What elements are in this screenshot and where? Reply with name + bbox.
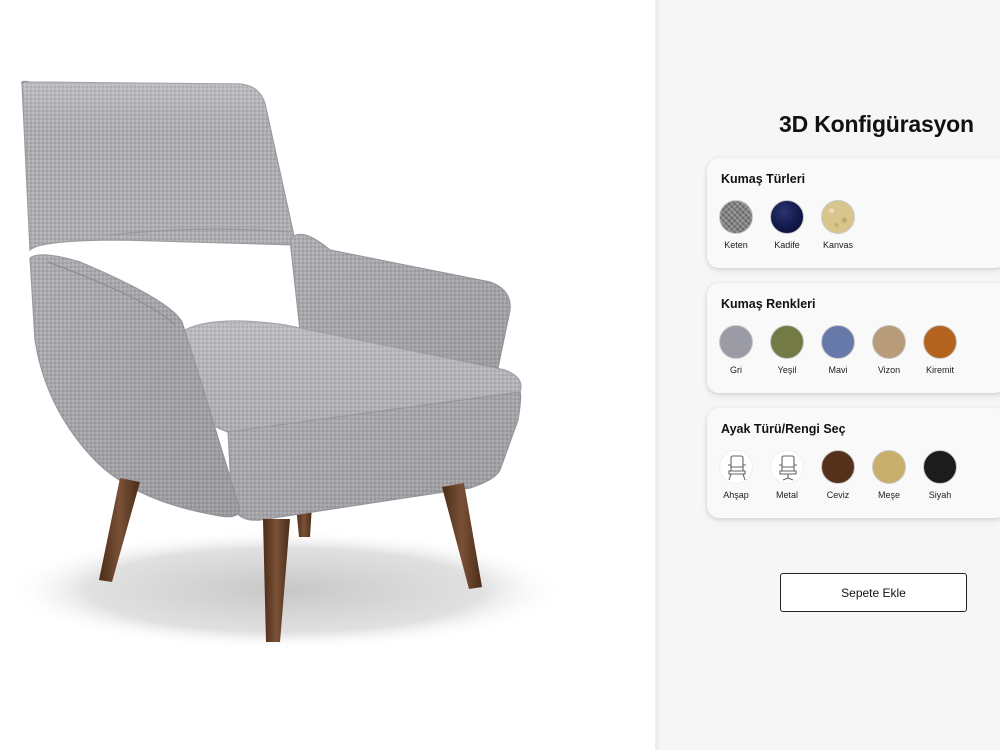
3d-viewer[interactable] <box>0 0 655 750</box>
black-color-swatch[interactable] <box>923 450 957 484</box>
swatch-label: Gri <box>730 365 742 375</box>
leg-option-metal[interactable]: Metal <box>765 450 809 510</box>
fabric-color-options: Gri Yeşil Mavi Vizon Kiremit <box>714 325 1000 385</box>
swatch-label: Keten <box>724 240 748 250</box>
add-to-cart-button[interactable]: Sepete Ekle <box>780 573 967 612</box>
fabric-option-kanvas[interactable]: Kanvas <box>816 200 860 260</box>
leg-option-siyah[interactable]: Siyah <box>918 450 962 510</box>
mink-color-swatch[interactable] <box>872 325 906 359</box>
swatch-label: Ahşap <box>723 490 749 500</box>
fabric-color-title: Kumaş Renkleri <box>721 297 816 311</box>
color-option-kiremit[interactable]: Kiremit <box>918 325 962 385</box>
fabric-color-card: Kumaş Renkleri Gri Yeşil Mavi Vizon Kire… <box>707 283 1000 393</box>
brick-color-swatch[interactable] <box>923 325 957 359</box>
color-option-mavi[interactable]: Mavi <box>816 325 860 385</box>
swatch-label: Ceviz <box>826 490 850 500</box>
velvet-texture-swatch[interactable] <box>770 200 804 234</box>
color-option-yesil[interactable]: Yeşil <box>765 325 809 385</box>
page-title: 3D Konfigürasyon <box>779 111 974 137</box>
swatch-label: Vizon <box>877 365 901 375</box>
wooden-leg-chair-icon[interactable] <box>719 450 753 484</box>
oak-color-swatch[interactable] <box>872 450 906 484</box>
green-color-swatch[interactable] <box>770 325 804 359</box>
leg-type-options: Ahşap Metal Ceviz Meşe Siyah <box>714 450 1000 510</box>
blue-color-swatch[interactable] <box>821 325 855 359</box>
swatch-label: Siyah <box>928 490 952 500</box>
leg-type-title: Ayak Türü/Rengi Seç <box>721 422 846 436</box>
fabric-type-card: Kumaş Türleri Keten Kadife Kanvas <box>707 158 1000 268</box>
fabric-type-options: Keten Kadife Kanvas <box>714 200 1000 260</box>
gray-color-swatch[interactable] <box>719 325 753 359</box>
canvas-texture-swatch[interactable] <box>821 200 855 234</box>
leg-option-mese[interactable]: Meşe <box>867 450 911 510</box>
leg-option-ceviz[interactable]: Ceviz <box>816 450 860 510</box>
leg-type-card: Ayak Türü/Rengi Seç Ahşap Metal Ceviz Me… <box>707 408 1000 518</box>
walnut-color-swatch[interactable] <box>821 450 855 484</box>
swatch-label: Yeşil <box>777 365 797 375</box>
fabric-option-kadife[interactable]: Kadife <box>765 200 809 260</box>
linen-texture-swatch[interactable] <box>719 200 753 234</box>
configuration-panel: 3D Konfigürasyon Kumaş Türleri Keten Kad… <box>659 0 1000 750</box>
fabric-option-keten[interactable]: Keten <box>714 200 758 260</box>
swatch-label: Mavi <box>828 365 848 375</box>
swatch-label: Metal <box>775 490 798 500</box>
swatch-label: Kadife <box>774 240 800 250</box>
color-option-gri[interactable]: Gri <box>714 325 758 385</box>
metal-base-chair-icon[interactable] <box>770 450 804 484</box>
armchair-render <box>5 80 565 650</box>
leg-option-ahsap[interactable]: Ahşap <box>714 450 758 510</box>
swatch-label: Kiremit <box>925 365 954 375</box>
color-option-vizon[interactable]: Vizon <box>867 325 911 385</box>
swatch-label: Kanvas <box>822 240 854 250</box>
fabric-type-title: Kumaş Türleri <box>721 172 806 186</box>
swatch-label: Meşe <box>877 490 900 500</box>
